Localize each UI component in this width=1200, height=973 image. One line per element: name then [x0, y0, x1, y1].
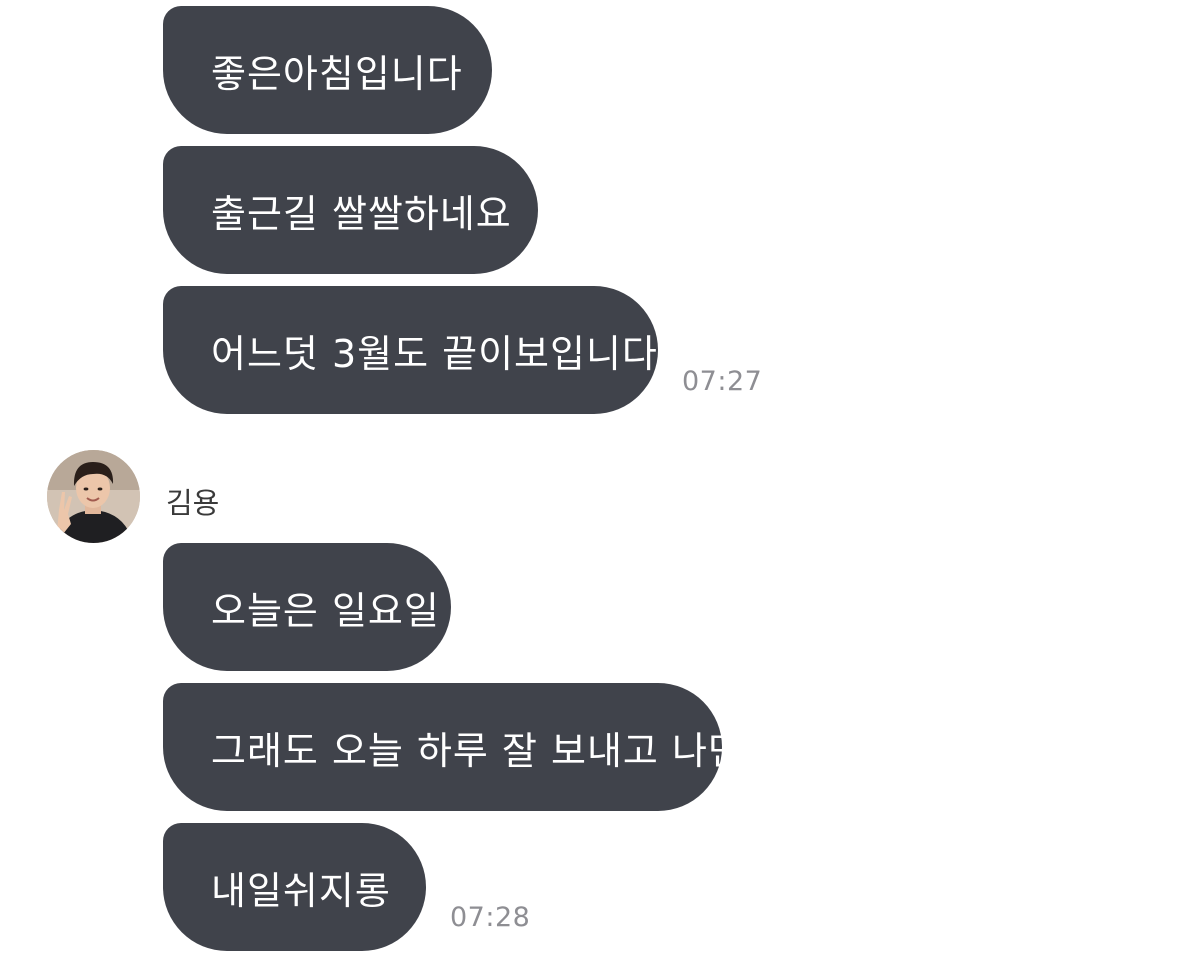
message-bubble[interactable]: 그래도 오늘 하루 잘 보내고 나면: [163, 683, 743, 811]
message-bubble[interactable]: 어느덧 3월도 끝이보입니다: [163, 286, 658, 414]
message-bubble[interactable]: 출근길 쌀쌀하네요: [163, 146, 538, 274]
message-timestamp: 07:27: [682, 366, 763, 397]
sender-name: 김용: [166, 486, 220, 520]
message-timestamp: 07:28: [450, 902, 531, 933]
message-bubble[interactable]: 내일쉬지롱: [163, 823, 426, 951]
sender-avatar[interactable]: [47, 450, 140, 543]
message-bubble[interactable]: 오늘은 일요일: [163, 543, 451, 671]
message-bubble[interactable]: 좋은아침입니다: [163, 6, 492, 134]
avatar-photo-icon: [47, 450, 140, 543]
